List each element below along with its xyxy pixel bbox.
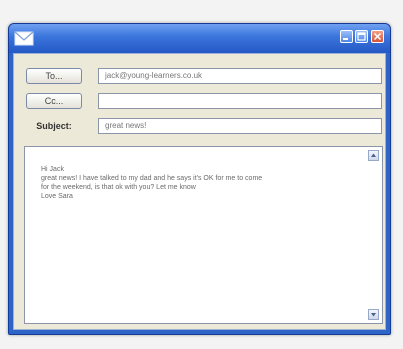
close-icon <box>373 32 382 41</box>
message-body[interactable]: Hi Jack great news! I have talked to my … <box>24 146 383 324</box>
close-button[interactable] <box>371 30 384 43</box>
cc-button[interactable]: Cc... <box>26 93 82 109</box>
message-line: Hi Jack <box>41 166 64 173</box>
to-field[interactable]: jack@young-learners.co.uk <box>98 68 382 84</box>
to-button[interactable]: To... <box>26 68 82 84</box>
cc-field[interactable] <box>98 93 382 109</box>
message-text: Hi Jack great news! I have talked to my … <box>41 165 361 201</box>
maximize-button[interactable] <box>355 30 368 43</box>
title-bar[interactable] <box>9 24 390 53</box>
message-line: Love Sara <box>41 193 73 200</box>
subject-label: Subject: <box>36 121 72 131</box>
minimize-icon <box>343 38 348 40</box>
message-line: for the weekend, is that ok with you? Le… <box>41 184 196 191</box>
subject-field[interactable]: great news! <box>98 118 382 134</box>
compose-form: To... jack@young-learners.co.uk Cc... Su… <box>13 53 386 330</box>
scroll-up-button[interactable] <box>368 150 379 161</box>
email-compose-window: To... jack@young-learners.co.uk Cc... Su… <box>8 23 391 335</box>
envelope-icon <box>14 31 34 46</box>
message-line: great news! I have talked to my dad and … <box>41 175 263 182</box>
scroll-down-button[interactable] <box>368 309 379 320</box>
minimize-button[interactable] <box>340 30 353 43</box>
arrow-down-icon <box>371 313 376 317</box>
arrow-up-icon <box>371 153 376 157</box>
maximize-icon <box>357 32 366 41</box>
